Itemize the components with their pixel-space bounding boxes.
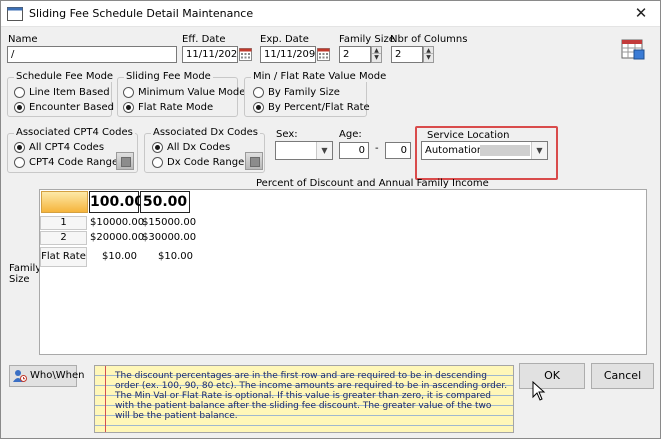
app-window-icon [7, 7, 23, 21]
row-number: 1 [40, 216, 87, 230]
name-field[interactable]: / [7, 46, 177, 63]
grid-header: Percent of Discount and Annual Family In… [256, 178, 489, 189]
cancel-button[interactable]: Cancel [591, 363, 654, 389]
dx-codes-title: Associated Dx Codes [151, 127, 260, 138]
window-title: Sliding Fee Schedule Detail Maintenance [29, 7, 254, 20]
radio-minimum-value-mode[interactable]: Minimum Value Mode [123, 87, 245, 98]
radio-button-icon [14, 142, 25, 153]
radio-button-icon [152, 157, 163, 168]
sex-dropdown[interactable]: ▼ [275, 141, 333, 160]
sliding-fee-mode-title: Sliding Fee Mode [124, 71, 213, 82]
schedule-grid-icon [621, 39, 645, 60]
grid-corner-cell[interactable] [41, 191, 88, 213]
mouse-cursor-icon [532, 381, 546, 401]
income-cell[interactable]: $30000.00 [142, 232, 196, 243]
family-size-label: Family Size [339, 34, 395, 45]
nbr-columns-stepper[interactable]: ▲ ▼ [423, 46, 434, 63]
help-note: The discount percentages are in the firs… [94, 365, 514, 433]
percent-cell[interactable]: 50.00 [140, 191, 190, 213]
name-label: Name [8, 34, 38, 45]
nbr-columns-label: Nbr of Columns [390, 34, 468, 45]
radio-by-family-size[interactable]: By Family Size [253, 87, 340, 98]
exp-date-field[interactable]: 11/11/2099 [260, 46, 316, 63]
calendar-icon[interactable] [239, 48, 252, 61]
flat-rate-label: Flat Rate [40, 247, 87, 267]
dx-range-picker-icon[interactable] [245, 152, 263, 170]
flat-rate-cell[interactable]: $10.00 [158, 251, 193, 262]
radio-flat-rate-mode[interactable]: Flat Rate Mode [123, 102, 213, 113]
radio-by-percent-flat-rate[interactable]: By Percent/Flat Rate [253, 102, 370, 113]
income-cell[interactable]: $15000.00 [142, 217, 196, 228]
age-label: Age: [339, 129, 362, 140]
min-flat-rate-mode-title: Min / Flat Rate Value Mode [251, 71, 389, 82]
radio-all-cpt4-codes[interactable]: All CPT4 Codes [14, 142, 104, 153]
radio-line-item-based[interactable]: Line Item Based [14, 87, 110, 98]
age-separator: - [375, 143, 379, 154]
highlight-box [415, 126, 558, 180]
user-clock-icon [13, 370, 27, 382]
help-note-text: The discount percentages are in the firs… [115, 371, 508, 421]
age-min-field[interactable]: 0 [339, 142, 369, 159]
radio-button-icon [253, 87, 264, 98]
fee-grid[interactable]: 100.00 50.00 1 $10000.00 $15000.00 2 $20… [39, 189, 647, 355]
cpt4-codes-title: Associated CPT4 Codes [14, 127, 135, 138]
radio-dx-code-range[interactable]: Dx Code Range [152, 157, 244, 168]
radio-button-icon [14, 102, 25, 113]
calendar-icon[interactable] [317, 48, 330, 61]
radio-button-icon [123, 102, 134, 113]
row-number: 2 [40, 231, 87, 245]
eff-date-field[interactable]: 11/11/2021 [182, 46, 238, 63]
exp-date-label: Exp. Date [260, 34, 309, 45]
radio-all-dx-codes[interactable]: All Dx Codes [152, 142, 230, 153]
radio-encounter-based[interactable]: Encounter Based [14, 102, 114, 113]
radio-button-icon [123, 87, 134, 98]
family-size-side-label: Family Size [9, 263, 42, 285]
ok-button[interactable]: OK [519, 363, 585, 389]
close-button[interactable]: ✕ [622, 1, 660, 27]
percent-cell[interactable]: 100.00 [89, 191, 144, 213]
radio-button-icon [14, 87, 25, 98]
radio-button-icon [152, 142, 163, 153]
schedule-fee-mode-title: Schedule Fee Mode [14, 71, 116, 82]
radio-button-icon [14, 157, 25, 168]
title-bar: Sliding Fee Schedule Detail Maintenance … [1, 1, 660, 27]
family-size-field[interactable]: 2 [339, 46, 371, 63]
family-size-stepper[interactable]: ▲ ▼ [371, 46, 382, 63]
radio-cpt4-code-range[interactable]: CPT4 Code Range [14, 157, 118, 168]
sex-label: Sex: [276, 129, 298, 140]
cpt4-range-picker-icon[interactable] [116, 152, 134, 170]
age-max-field[interactable]: 0 [385, 142, 411, 159]
income-cell[interactable]: $10000.00 [90, 217, 144, 228]
eff-date-label: Eff. Date [182, 34, 226, 45]
who-when-button[interactable]: Who\When [9, 365, 84, 387]
dialog-window: Sliding Fee Schedule Detail Maintenance … [0, 0, 661, 439]
chevron-down-icon: ▼ [316, 142, 332, 159]
income-cell[interactable]: $20000.00 [90, 232, 144, 243]
radio-button-icon [253, 102, 264, 113]
flat-rate-cell[interactable]: $10.00 [102, 251, 137, 262]
nbr-columns-field[interactable]: 2 [391, 46, 423, 63]
